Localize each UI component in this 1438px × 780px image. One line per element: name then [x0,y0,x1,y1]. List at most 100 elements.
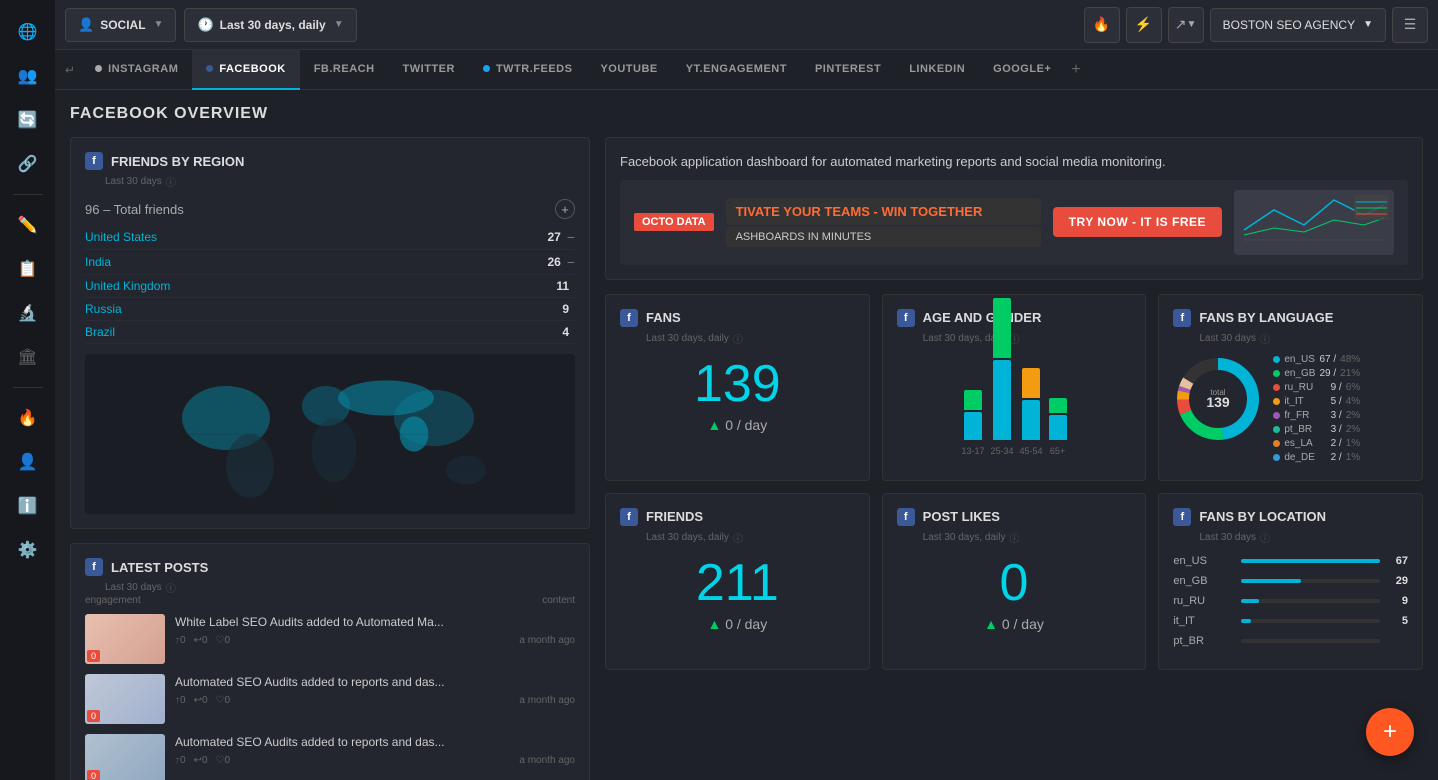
lang-name-de-de: de_DE [1284,452,1326,463]
content-col: content [542,595,575,606]
age-gender-card: f AGE AND GENDER Last 30 days, daily ⓘ 1… [882,294,1147,481]
lang-dot-pt-br [1273,426,1280,433]
add-tab-button[interactable]: + [1071,61,1080,79]
sidebar-icon-fire[interactable]: 🔥 [10,400,46,436]
add-fab-button[interactable]: + [1366,708,1414,756]
sidebar-icon-edit[interactable]: ✏️ [10,207,46,243]
expand-button[interactable]: + [555,199,575,219]
right-panel: Facebook application dashboard for autom… [605,137,1423,780]
lang-pct-it-it: 4% [1346,396,1360,407]
tab-twtr-feeds[interactable]: TWTR.FEEDS [469,50,587,90]
post-stat-1a: ↑0 [175,635,186,646]
fans-change-text: 0 / day [725,417,767,433]
lang-en-us: en_US 67 / 48% [1273,354,1360,365]
tab-facebook[interactable]: FACEBOOK [192,50,299,90]
friends-by-region-subtitle: Last 30 days ⓘ [105,174,575,189]
post-meta-2: ↑0 ↩0 ♡0 a month ago [175,695,575,706]
main-content: FACEBOOK OVERVIEW f FRIENDS BY REGION La… [55,90,1438,780]
sidebar-divider-2 [13,387,43,388]
likes-change-text: 0 / day [1002,616,1044,632]
post-likes-title: POST LIKES [923,509,1000,524]
post-stat-2c: ♡0 [216,695,231,706]
tab-fb-reach[interactable]: FB.REACH [300,50,389,90]
sidebar-divider-1 [13,194,43,195]
sidebar-icon-settings[interactable]: ⚙️ [10,532,46,568]
region-minus-us[interactable]: − [567,229,575,245]
friends-card: f FRIENDS Last 30 days, daily ⓘ 211 ▲ 0 … [605,493,870,670]
latest-posts-card: f LATEST POSTS Last 30 days ⓘ engagement… [70,543,590,780]
lang-it-it: it_IT 5 / 4% [1273,396,1360,407]
tab-youtube[interactable]: YOUTUBE [586,50,671,90]
fans-by-language-card: f FANS BY LANGUAGE Last 30 days ⓘ [1158,294,1423,481]
sidebar-icon-lab[interactable]: 🔬 [10,295,46,331]
svg-text:139: 139 [1207,394,1231,410]
bolt-button[interactable]: ⚡ [1126,7,1162,43]
loc-bar-ru-ru [1241,599,1259,603]
sidebar-icon-building[interactable]: 🏛 [10,339,46,375]
fans-language-content: total 139 en_US 67 / 48% [1173,354,1408,466]
fb-icon-age: f [897,309,915,327]
post-info-2: Automated SEO Audits added to reports an… [175,674,575,706]
sidebar-icon-user[interactable]: 👤 [10,444,46,480]
clock-icon: 🕐 [197,17,213,33]
lang-name-fr-fr: fr_FR [1284,410,1326,421]
tab-yt-engagement[interactable]: YT.ENGAGEMENT [672,50,801,90]
tab-linkedin[interactable]: LINKEDIN [895,50,979,90]
sidebar-icon-clipboard[interactable]: 📋 [10,251,46,287]
region-minus-india[interactable]: − [567,254,575,270]
tab-instagram[interactable]: INSTAGRAM [81,50,192,90]
date-selector[interactable]: 🕐 Last 30 days, daily ▼ [184,8,356,42]
loc-row-it-it: it_IT 5 [1173,615,1408,627]
friends-by-region-card: f FRIENDS BY REGION Last 30 days ⓘ 96 – … [70,137,590,529]
sidebar-icon-refresh[interactable]: 🔄 [10,102,46,138]
lang-pct-ru-ru: 6% [1346,382,1360,393]
lang-dot-es-la [1273,440,1280,447]
age-group-2534: 25-34 [990,298,1013,456]
sidebar-icon-globe[interactable]: 🌐 [10,14,46,50]
tab-youtube-label: YOUTUBE [600,63,657,75]
regions-list: United States 27 − India 26 − United Kin… [85,225,575,344]
engagement-col: engagement [85,595,141,606]
region-row-us: United States 27 − [85,225,575,250]
lang-name-en-gb: en_GB [1284,368,1315,379]
female-bar-65 [1049,398,1067,413]
region-name-us[interactable]: United States [85,230,531,244]
try-now-button[interactable]: TRY NOW - IT IS FREE [1053,207,1222,237]
promo-screenshot [1234,190,1394,255]
menu-button[interactable]: ☰ [1392,7,1428,43]
tab-pinterest-label: PINTEREST [815,63,881,75]
post-item-1: 0 White Label SEO Audits added to Automa… [85,614,575,664]
agency-selector[interactable]: BOSTON SEO AGENCY ▼ [1210,8,1386,42]
region-name-uk[interactable]: United Kingdom [85,279,539,293]
post-stats-2: ↑0 ↩0 ♡0 [175,695,230,706]
region-name-brazil[interactable]: Brazil [85,325,539,339]
fans-language-header: f FANS BY LANGUAGE [1173,309,1408,327]
lang-pct-fr-fr: 2% [1346,410,1360,421]
region-row-russia: Russia 9 [85,298,575,321]
region-name-russia[interactable]: Russia [85,302,539,316]
info-icon: ⓘ [166,174,176,189]
lang-dot-en-us [1273,356,1280,363]
tab-pinterest[interactable]: PINTEREST [801,50,895,90]
tab-back-arrow[interactable]: ↵ [65,63,75,77]
tab-twitter[interactable]: TWITTER [389,50,469,90]
sidebar-icon-link[interactable]: 🔗 [10,146,46,182]
post-thumb-3: 0 [85,734,165,780]
sidebar-icon-users[interactable]: 👥 [10,58,46,94]
post-item-2: 0 Automated SEO Audits added to reports … [85,674,575,724]
fans-header: f FANS [620,309,855,327]
fire-button[interactable]: 🔥 [1084,7,1120,43]
friends-by-region-title: FRIENDS BY REGION [111,154,244,169]
tab-googleplus[interactable]: GOOGLE+ [979,50,1065,90]
region-name-india[interactable]: India [85,255,531,269]
left-panel: f FRIENDS BY REGION Last 30 days ⓘ 96 – … [70,137,590,780]
social-selector[interactable]: 👤 SOCIAL ▼ [65,8,176,42]
sidebar-icon-info[interactable]: ℹ️ [10,488,46,524]
lang-name-it-it: it_IT [1284,396,1326,407]
share-button[interactable]: ↗ ▼ [1168,7,1204,43]
lang-num-fr-fr: 3 / [1331,410,1342,421]
promo-line1: TIVATE YOUR TEAMS - WIN TOGETHER [726,198,1041,225]
likes-info: ⓘ [1009,530,1019,545]
fans-language-subtitle: Last 30 days ⓘ [1199,331,1408,346]
lang-info: ⓘ [1260,331,1270,346]
